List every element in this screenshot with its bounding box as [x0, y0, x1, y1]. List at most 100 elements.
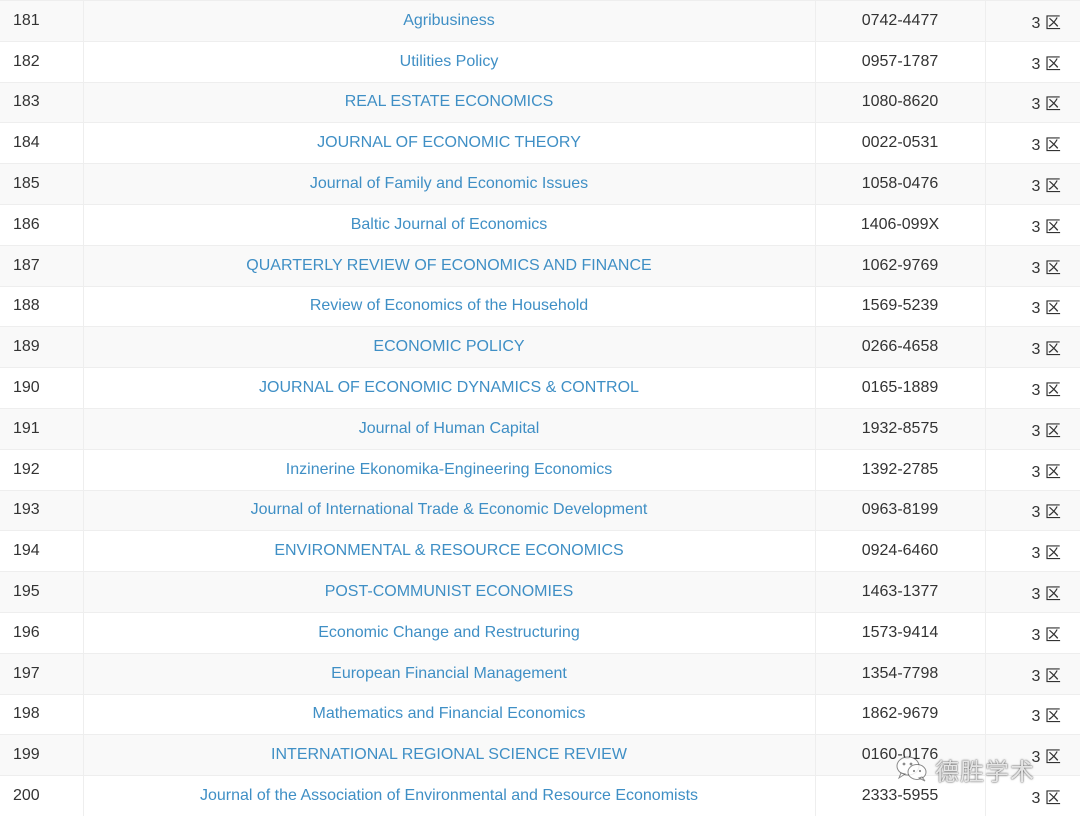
table-row: 189 ECONOMIC POLICY 0266-4658 3 区 — [0, 326, 1080, 368]
zone-cell: 3 区 — [984, 693, 1080, 735]
table-row: 186 Baltic Journal of Economics 1406-099X 3… — [0, 203, 1080, 246]
journal-title-link[interactable]: Mathematics and Financial Economics — [82, 693, 815, 735]
table-row: 185 Journal of Family and Economic Issues… — [0, 163, 1080, 205]
rank-cell: 189 — [0, 326, 83, 368]
journal-title-link[interactable]: Review of Economics of the Household — [82, 285, 815, 327]
issn-cell: 2333-5955 — [814, 775, 985, 817]
issn-cell: 1080-8620 — [814, 81, 985, 123]
journal-title-link[interactable]: Journal of Family and Economic Issues — [82, 163, 815, 205]
zone-cell: 3 区 — [984, 81, 1080, 123]
journal-title-link[interactable]: INTERNATIONAL REGIONAL SCIENCE REVIEW — [82, 734, 815, 776]
table-row: 195 POST-COMMUNIST ECONOMIES 1463-1377 3 区 — [0, 571, 1080, 613]
issn-cell: 1354-7798 — [814, 652, 985, 695]
table-row: 183 REAL ESTATE ECONOMICS 1080-8620 3 区 — [0, 81, 1080, 123]
zone-cell: 3 区 — [984, 734, 1080, 776]
issn-cell: 0742-4477 — [814, 0, 985, 42]
rank-cell: 183 — [0, 81, 83, 123]
journal-title-link[interactable]: Inzinerine Ekonomika-Engineering Economi… — [82, 448, 815, 491]
table-row: 184 JOURNAL OF ECONOMIC THEORY 0022-0531 3 … — [0, 122, 1080, 164]
rank-cell: 186 — [0, 203, 83, 246]
issn-cell: 0165-1889 — [814, 367, 985, 409]
issn-cell: 0957-1787 — [814, 40, 985, 83]
zone-cell: 3 区 — [984, 367, 1080, 409]
issn-cell: 1569-5239 — [814, 285, 985, 327]
table-row: 193 Journal of International Trade & Econ… — [0, 489, 1080, 531]
issn-cell: 1058-0476 — [814, 163, 985, 205]
table-row: 188 Review of Economics of the Household 1… — [0, 285, 1080, 327]
issn-cell: 1463-1377 — [814, 571, 985, 613]
journal-title-link[interactable]: Journal of International Trade & Economi… — [82, 489, 815, 531]
issn-cell: 0160-0176 — [814, 734, 985, 776]
issn-cell: 0266-4658 — [814, 326, 985, 368]
table-row: 196 Economic Change and Restructuring 1573… — [0, 611, 1080, 654]
journal-title-link[interactable]: Journal of Human Capital — [82, 407, 815, 450]
rank-cell: 195 — [0, 571, 83, 613]
rank-cell: 191 — [0, 407, 83, 450]
rank-cell: 194 — [0, 530, 83, 572]
journal-title-link[interactable]: POST-COMMUNIST ECONOMIES — [82, 571, 815, 613]
zone-cell: 3 区 — [984, 122, 1080, 164]
journal-title-link[interactable]: Economic Change and Restructuring — [82, 611, 815, 654]
zone-cell: 3 区 — [984, 244, 1080, 287]
issn-cell: 1932-8575 — [814, 407, 985, 450]
rank-cell: 185 — [0, 163, 83, 205]
rank-cell: 193 — [0, 489, 83, 531]
journal-title-link[interactable]: Utilities Policy — [82, 40, 815, 83]
issn-cell: 0963-8199 — [814, 489, 985, 531]
table-row: 191 Journal of Human Capital 1932-8575 3 区 — [0, 407, 1080, 450]
rank-cell: 187 — [0, 244, 83, 287]
rank-cell: 190 — [0, 367, 83, 409]
table-row: 182 Utilities Policy 0957-1787 3 区 — [0, 40, 1080, 83]
issn-cell: 1862-9679 — [814, 693, 985, 735]
zone-cell: 3 区 — [984, 571, 1080, 613]
rank-cell: 184 — [0, 122, 83, 164]
zone-cell: 3 区 — [984, 0, 1080, 42]
table-row: 190 JOURNAL OF ECONOMIC DYNAMICS & CONTRO… — [0, 367, 1080, 409]
table-row: 199 INTERNATIONAL REGIONAL SCIENCE REVIEW… — [0, 734, 1080, 776]
journal-title-link[interactable]: European Financial Management — [82, 652, 815, 695]
journal-title-link[interactable]: QUARTERLY REVIEW OF ECONOMICS AND FINANC… — [82, 244, 815, 287]
zone-cell: 3 区 — [984, 203, 1080, 246]
table-row: 197 European Financial Management 1354-779… — [0, 652, 1080, 695]
journal-title-link[interactable]: JOURNAL OF ECONOMIC THEORY — [82, 122, 815, 164]
table-row: 200 Journal of the Association of Environ… — [0, 775, 1080, 817]
rank-cell: 181 — [0, 0, 83, 42]
issn-cell: 0022-0531 — [814, 122, 985, 164]
rank-cell: 200 — [0, 775, 83, 817]
journal-table: 181 Agribusiness 0742-4477 3 区 182 Utilities… — [0, 0, 1080, 817]
journal-title-link[interactable]: JOURNAL OF ECONOMIC DYNAMICS & CONTROL — [82, 367, 815, 409]
journal-title-link[interactable]: ENVIRONMENTAL & RESOURCE ECONOMICS — [82, 530, 815, 572]
issn-cell: 1573-9414 — [814, 611, 985, 654]
issn-cell: 1392-2785 — [814, 448, 985, 491]
zone-cell: 3 区 — [984, 326, 1080, 368]
issn-cell: 1062-9769 — [814, 244, 985, 287]
rank-cell: 199 — [0, 734, 83, 776]
zone-cell: 3 区 — [984, 40, 1080, 83]
rank-cell: 196 — [0, 611, 83, 654]
zone-cell: 3 区 — [984, 448, 1080, 491]
rank-cell: 192 — [0, 448, 83, 491]
table-row: 194 ENVIRONMENTAL & RESOURCE ECONOMICS 092… — [0, 530, 1080, 572]
zone-cell: 3 区 — [984, 775, 1080, 817]
rank-cell: 198 — [0, 693, 83, 735]
rank-cell: 182 — [0, 40, 83, 83]
table-row: 181 Agribusiness 0742-4477 3 区 — [0, 0, 1080, 42]
issn-cell: 0924-6460 — [814, 530, 985, 572]
table-row: 187 QUARTERLY REVIEW OF ECONOMICS AND FIN… — [0, 244, 1080, 287]
zone-cell: 3 区 — [984, 611, 1080, 654]
zone-cell: 3 区 — [984, 489, 1080, 531]
journal-title-link[interactable]: ECONOMIC POLICY — [82, 326, 815, 368]
journal-title-link[interactable]: Baltic Journal of Economics — [82, 203, 815, 246]
journal-title-link[interactable]: Journal of the Association of Environmen… — [82, 775, 815, 817]
table-row: 192 Inzinerine Ekonomika-Engineering Econ… — [0, 448, 1080, 491]
zone-cell: 3 区 — [984, 163, 1080, 205]
journal-title-link[interactable]: REAL ESTATE ECONOMICS — [82, 81, 815, 123]
zone-cell: 3 区 — [984, 652, 1080, 695]
zone-cell: 3 区 — [984, 407, 1080, 450]
table-row: 198 Mathematics and Financial Economics 18… — [0, 693, 1080, 735]
issn-cell: 1406-099X — [814, 203, 985, 246]
zone-cell: 3 区 — [984, 285, 1080, 327]
rank-cell: 188 — [0, 285, 83, 327]
rank-cell: 197 — [0, 652, 83, 695]
journal-title-link[interactable]: Agribusiness — [82, 0, 815, 42]
